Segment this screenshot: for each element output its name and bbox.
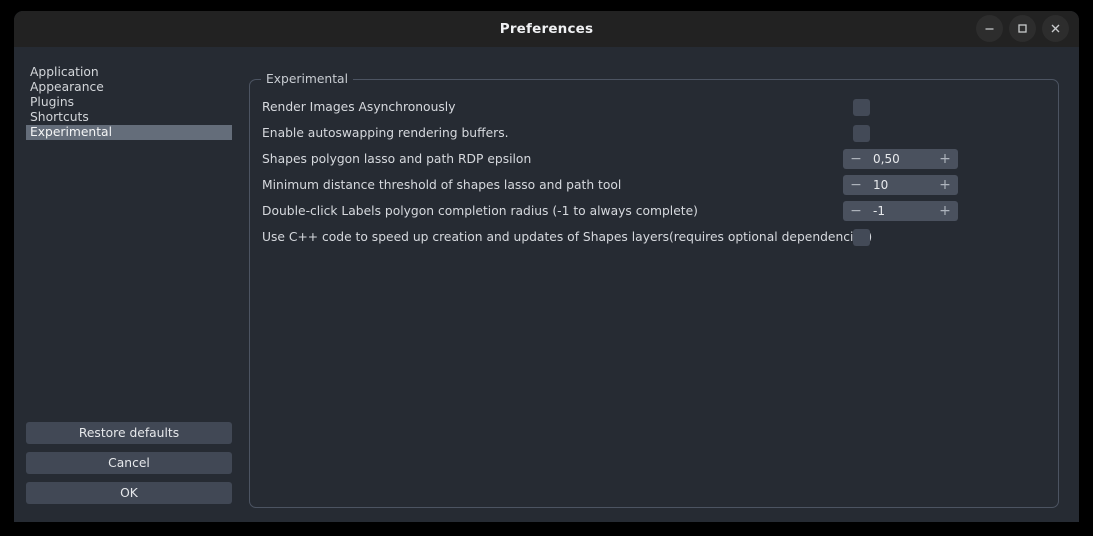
polygon-completion-radius-value[interactable]: -1 [869, 204, 932, 218]
setting-row-min-distance-threshold: Minimum distance threshold of shapes las… [250, 172, 1058, 198]
setting-row-rdp-epsilon: Shapes polygon lasso and path RDP epsilo… [250, 146, 1058, 172]
window-title: Preferences [499, 21, 594, 37]
titlebar: Preferences [14, 11, 1079, 47]
decrement-icon[interactable]: − [843, 175, 869, 195]
dialog-button-stack: Restore defaults Cancel OK [26, 414, 232, 504]
restore-defaults-button[interactable]: Restore defaults [26, 422, 232, 444]
setting-row-autoswapping-buffers: Enable autoswapping rendering buffers. [250, 120, 1058, 146]
decrement-icon[interactable]: − [843, 201, 869, 221]
sidebar-item-experimental[interactable]: Experimental [26, 125, 232, 140]
polygon-completion-radius-spinbox[interactable]: − -1 + [843, 201, 958, 221]
setting-label: Double-click Labels polygon completion r… [262, 204, 698, 218]
sidebar-item-label: Application [30, 65, 99, 79]
sidebar-item-label: Plugins [30, 95, 75, 109]
setting-label: Render Images Asynchronously [262, 100, 456, 114]
sidebar-item-appearance[interactable]: Appearance [26, 80, 232, 95]
sidebar-item-shortcuts[interactable]: Shortcuts [26, 110, 232, 125]
render-images-async-checkbox[interactable] [853, 98, 870, 116]
sidebar-item-label: Appearance [30, 80, 104, 94]
increment-icon[interactable]: + [932, 149, 958, 169]
setting-label: Use C++ code to speed up creation and up… [262, 230, 873, 244]
setting-row-render-images-async: Render Images Asynchronously [250, 94, 1058, 120]
rdp-epsilon-spinbox[interactable]: − 0,50 + [843, 149, 958, 169]
min-distance-threshold-spinbox[interactable]: − 10 + [843, 175, 958, 195]
setting-label: Minimum distance threshold of shapes las… [262, 178, 622, 192]
experimental-groupbox: Experimental Render Images Asynchronousl… [249, 72, 1059, 508]
cancel-button[interactable]: Cancel [26, 452, 232, 474]
decrement-icon[interactable]: − [843, 149, 869, 169]
close-button[interactable] [1042, 15, 1069, 42]
setting-label: Enable autoswapping rendering buffers. [262, 126, 509, 140]
increment-icon[interactable]: + [932, 201, 958, 221]
preferences-window: Preferences Application Appearance Plugi… [14, 11, 1079, 522]
autoswapping-buffers-checkbox[interactable] [853, 124, 870, 142]
dialog-body: Application Appearance Plugins Shortcuts… [14, 47, 1079, 522]
minimize-icon [985, 28, 994, 30]
setting-row-polygon-completion-radius: Double-click Labels polygon completion r… [250, 198, 1058, 224]
maximize-button[interactable] [1009, 15, 1036, 42]
close-icon [1051, 24, 1060, 33]
rdp-epsilon-value[interactable]: 0,50 [869, 152, 932, 166]
minimize-button[interactable] [976, 15, 1003, 42]
setting-label: Shapes polygon lasso and path RDP epsilo… [262, 152, 532, 166]
min-distance-threshold-value[interactable]: 10 [869, 178, 932, 192]
sidebar-item-application[interactable]: Application [26, 65, 232, 80]
increment-icon[interactable]: + [932, 175, 958, 195]
setting-row-cpp-shapes-speedup: Use C++ code to speed up creation and up… [250, 224, 1058, 250]
settings-rows: Render Images Asynchronously Enable auto… [250, 94, 1058, 250]
sidebar-item-plugins[interactable]: Plugins [26, 95, 232, 110]
maximize-icon [1018, 24, 1027, 33]
window-controls [976, 15, 1069, 42]
sidebar-item-label: Shortcuts [30, 110, 89, 124]
ok-button[interactable]: OK [26, 482, 232, 504]
settings-nav-list: Application Appearance Plugins Shortcuts… [26, 65, 232, 140]
sidebar-item-label: Experimental [30, 125, 113, 139]
groupbox-title: Experimental [261, 72, 354, 86]
cpp-shapes-speedup-checkbox[interactable] [853, 228, 870, 246]
